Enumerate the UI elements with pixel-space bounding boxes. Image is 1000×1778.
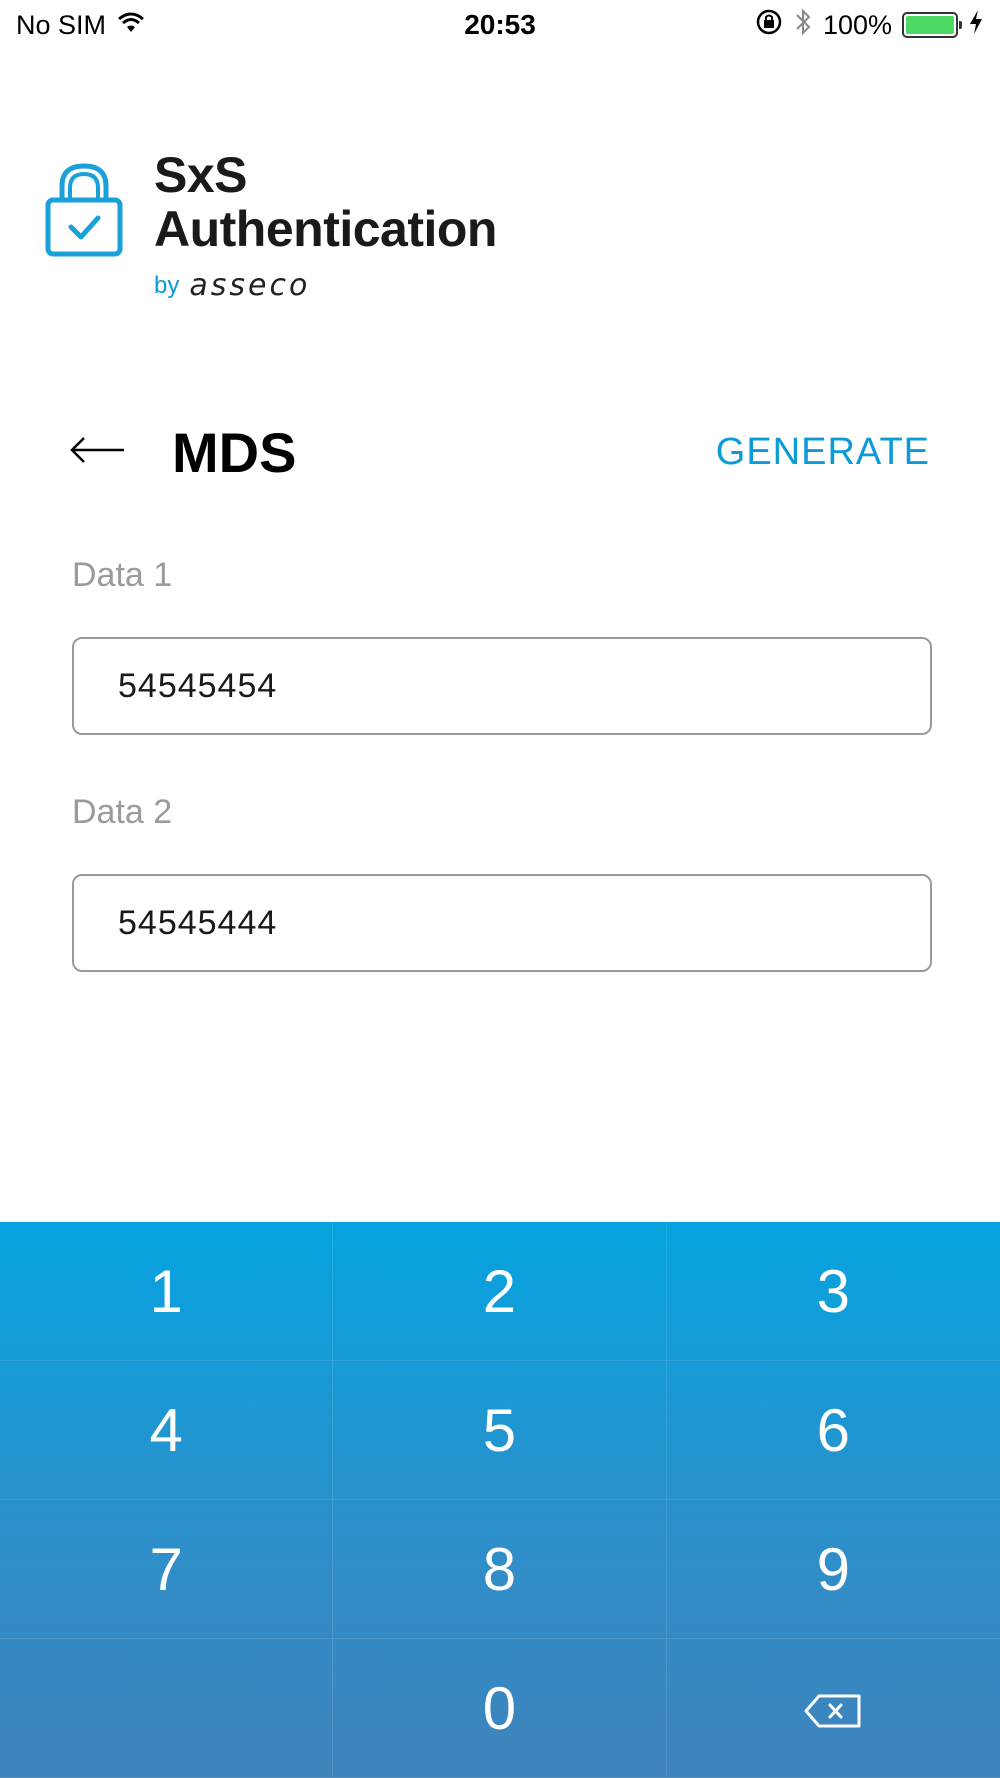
status-right: 100%: [755, 7, 984, 44]
battery-fill: [906, 16, 954, 34]
lock-check-icon: [44, 160, 124, 260]
logo-text: SxS Authentication by asseco: [154, 148, 497, 303]
data-1-input[interactable]: [72, 637, 932, 735]
page-title: MDS: [172, 420, 297, 484]
key-1[interactable]: 1: [0, 1222, 334, 1361]
key-2[interactable]: 2: [333, 1222, 667, 1361]
key-6[interactable]: 6: [666, 1361, 1000, 1500]
backspace-icon: [803, 1674, 863, 1743]
data-2-label: Data 2: [72, 793, 173, 831]
status-left: No SIM: [16, 10, 146, 41]
logo-by-label: by: [154, 271, 180, 299]
app-logo: SxS Authentication by asseco: [44, 148, 497, 303]
back-button[interactable]: [70, 432, 130, 472]
battery-icon: [902, 12, 962, 38]
carrier-label: No SIM: [16, 9, 107, 40]
bluetooth-icon: [793, 7, 813, 44]
generate-button[interactable]: GENERATE: [716, 431, 930, 474]
charging-icon: [968, 9, 984, 42]
key-empty: [0, 1639, 334, 1778]
wifi-icon: [116, 10, 146, 41]
key-9[interactable]: 9: [666, 1500, 1000, 1639]
rotation-lock-icon: [755, 8, 783, 43]
key-8[interactable]: 8: [333, 1500, 667, 1639]
logo-brand: asseco: [189, 268, 311, 303]
logo-byline: by asseco: [154, 268, 497, 303]
numeric-keypad: 1 2 3 4 5 6 7 8 9 0: [0, 1222, 1000, 1778]
screen: No SIM 20:53 100% SxS Authentication by …: [0, 0, 1000, 1778]
data-2-input[interactable]: [72, 874, 932, 972]
key-5[interactable]: 5: [333, 1361, 667, 1500]
arrow-left-icon: [70, 435, 126, 470]
key-3[interactable]: 3: [666, 1222, 1000, 1361]
logo-line-1: SxS: [154, 147, 248, 203]
data-1-label: Data 1: [72, 556, 173, 594]
header-row: MDS GENERATE: [70, 412, 930, 492]
key-0[interactable]: 0: [333, 1639, 667, 1778]
backspace-button[interactable]: [666, 1639, 1000, 1778]
logo-line-2: Authentication: [154, 201, 497, 257]
status-bar: No SIM 20:53 100%: [0, 0, 1000, 50]
battery-percent: 100%: [822, 9, 892, 40]
key-7[interactable]: 7: [0, 1500, 334, 1639]
key-4[interactable]: 4: [0, 1361, 334, 1500]
